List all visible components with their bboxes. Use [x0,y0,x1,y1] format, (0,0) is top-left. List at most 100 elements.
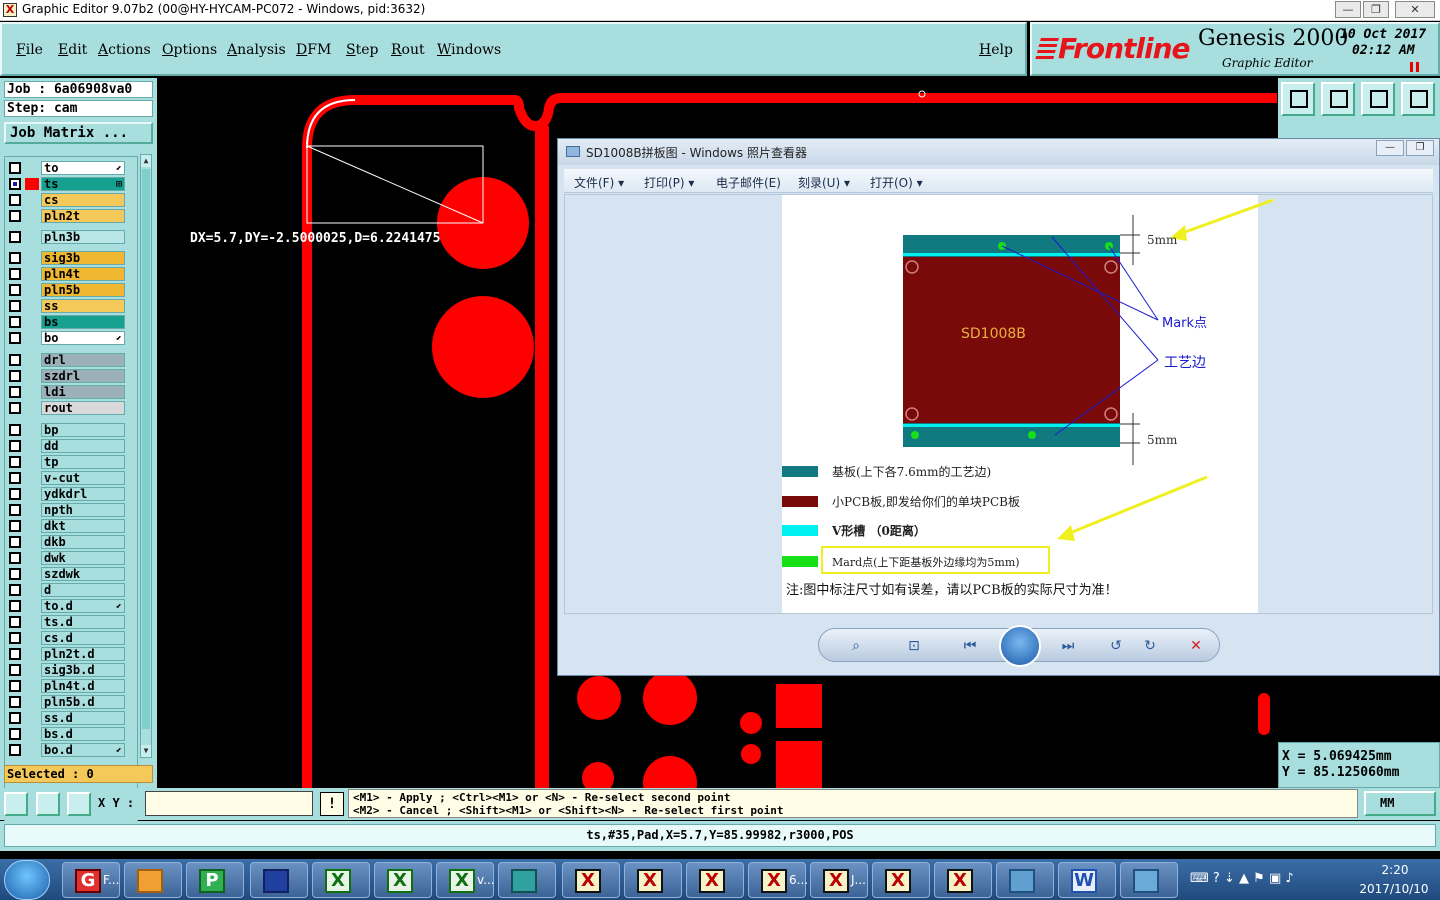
viewer-menu-open[interactable]: 打开(O) ▾ [870,174,923,191]
layer-row-ts-d[interactable]: ts.d [7,615,127,629]
layer-row-pln5b-d[interactable]: pln5b.d [7,695,127,709]
layer-scrollbar[interactable]: ▲ ▼ [140,154,152,758]
round-pad[interactable] [432,296,534,398]
menu-actions[interactable]: Actions [98,42,151,58]
layer-checkbox[interactable] [9,648,21,660]
layer-checkbox[interactable] [9,231,21,243]
layer-row-szdwk[interactable]: szdwk [7,567,127,581]
layer-name[interactable]: ts.d [41,615,125,629]
import-tool-button[interactable] [1281,82,1315,116]
layer-row-v-cut[interactable]: v-cut [7,471,127,485]
layer-name[interactable]: sig3b.d [41,663,125,677]
taskbar-app-word[interactable]: W [1058,862,1116,898]
scroll-thumb[interactable] [142,169,150,729]
layer-checkbox[interactable] [9,616,21,628]
layer-name[interactable]: bs.d [41,727,125,741]
square-pad[interactable] [776,741,822,788]
layer-name[interactable]: bo ⬋ [41,331,125,345]
photo-viewer-window[interactable]: SD1008B拼板图 - Windows 照片查看器 — ❐ 文件(F) ▾ 打… [557,138,1440,676]
scroll-down-icon[interactable]: ▼ [141,745,151,757]
menu-step[interactable]: Step [346,42,378,58]
maximize-button[interactable]: ❐ [1363,1,1389,18]
viewer-menu-email[interactable]: 电子邮件(E) [716,174,781,191]
round-pad[interactable] [577,676,621,720]
layer-name[interactable]: drl [41,353,125,367]
layer-row-pln2t-d[interactable]: pln2t.d [7,647,127,661]
menu-windows[interactable]: Windows [437,42,501,58]
layer-name[interactable]: v-cut [41,471,125,485]
taskbar-app-save[interactable] [250,862,308,898]
layer-name[interactable]: rout [41,401,125,415]
layer-checkbox[interactable] [9,632,21,644]
layer-checkbox[interactable] [9,252,21,264]
taskbar-app-shell[interactable] [124,862,182,898]
layer-checkbox[interactable] [9,402,21,414]
layer-checkbox[interactable] [9,696,21,708]
viewer-maximize-button[interactable]: ❐ [1406,140,1434,156]
measure-mode-icon[interactable] [4,792,28,816]
snap-grid-icon[interactable] [67,792,91,816]
layer-name[interactable]: szdwk [41,567,125,581]
taskbar-app-photos[interactable] [1120,862,1178,898]
layer-row-bs-d[interactable]: bs.d [7,727,127,741]
layer-row-pln3b[interactable]: pln3b [7,230,127,244]
layer-checkbox[interactable] [9,456,21,468]
layer-name[interactable]: bs [41,315,125,329]
layer-checkbox[interactable] [9,664,21,676]
layer-row-dwk[interactable]: dwk [7,551,127,565]
layer-name[interactable]: dwk [41,551,125,565]
layer-name[interactable]: dkb [41,535,125,549]
layer-name[interactable]: cs.d [41,631,125,645]
taskbar-app-x2[interactable]: X [624,862,682,898]
clock-date[interactable]: 2017/10/10 [1355,882,1433,896]
layer-row-drl[interactable]: drl [7,353,127,367]
layer-name[interactable]: pln5b.d [41,695,125,709]
rotate-left-icon[interactable]: ↺ [1105,635,1127,657]
tray-icons[interactable]: ⌨ ? ⇣ ▲ ⚑ ▣ ♪ [1190,871,1294,886]
layer-row-cs-d[interactable]: cs.d [7,631,127,645]
layer-row-bp[interactable]: bp [7,423,127,437]
next-icon[interactable]: ⏭ [1057,635,1079,657]
layer-checkbox[interactable] [9,680,21,692]
layer-name[interactable]: pln2t.d [41,647,125,661]
layer-checkbox[interactable] [9,744,21,756]
pause-icon[interactable] [1410,62,1419,72]
layer-row-to-d[interactable]: to.d ⬋ [7,599,127,613]
layer-name[interactable]: dkt [41,519,125,533]
layer-row-dkb[interactable]: dkb [7,535,127,549]
layer-name[interactable]: bo.d ⬋ [41,743,125,757]
viewer-menu-burn[interactable]: 刻录(U) ▾ [798,174,850,191]
viewer-minimize-button[interactable]: — [1376,140,1404,156]
round-pad[interactable] [643,671,697,725]
minimize-button[interactable]: — [1335,1,1361,18]
layer-checkbox[interactable] [9,712,21,724]
layer-checkbox[interactable] [9,440,21,452]
alert-button[interactable]: ! [320,792,344,816]
taskbar-app-x3[interactable]: X [686,862,744,898]
taskbar-app-x1[interactable]: X [562,862,620,898]
layer-checkbox[interactable] [9,504,21,516]
taskbar-app-x4[interactable]: X 6... [748,862,808,898]
layer-name[interactable]: pln3b [41,230,125,244]
layer-row-cs[interactable]: cs [7,193,127,207]
layer-row-szdrl[interactable]: szdrl [7,369,127,383]
layer-checkbox[interactable] [9,370,21,382]
arrow-icon[interactable]: ⇣ [1224,871,1235,886]
layer-row-sig3b[interactable]: sig3b [7,251,127,265]
layer-row-d[interactable]: d [7,583,127,597]
rotate-right-icon[interactable]: ↻ [1139,635,1161,657]
layer-row-dkt[interactable]: dkt [7,519,127,533]
slot-pad[interactable] [1258,693,1270,735]
actual-size-icon[interactable]: ⊡ [903,635,925,657]
layer-row-tp[interactable]: tp [7,455,127,469]
menu-edit[interactable]: Edit [58,42,87,58]
layer-name[interactable]: to ⬋ [41,161,125,175]
export-tool-button[interactable] [1321,82,1355,116]
xy-input[interactable] [145,791,313,816]
layer-name[interactable]: bp [41,423,125,437]
layer-row-bo[interactable]: bo ⬋ [7,331,127,345]
layer-name[interactable]: d [41,583,125,597]
layer-name[interactable]: to.d ⬋ [41,599,125,613]
layer-row-ts[interactable]: ts ⊞ [7,177,127,191]
delete-icon[interactable]: ✕ [1185,635,1207,657]
